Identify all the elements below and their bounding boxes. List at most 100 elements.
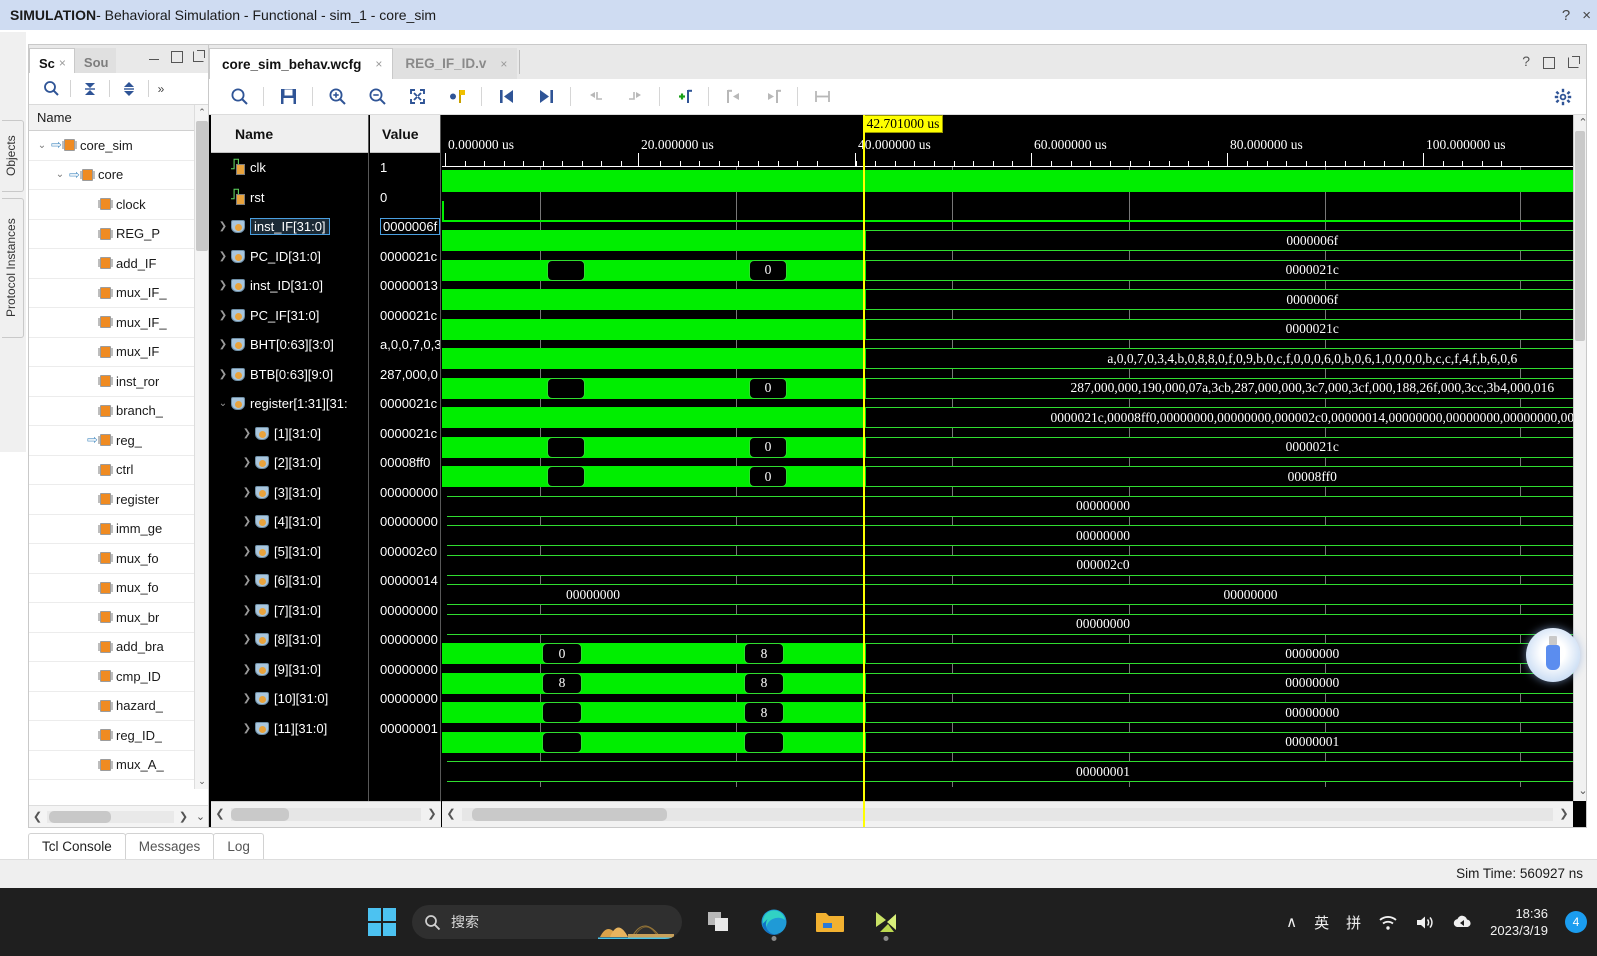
signal-name-row[interactable]: ❯ PC_ID[31:0]: [211, 242, 368, 272]
waveform-canvas[interactable]: 0.000000 us 20.000000 us 40.000000 us 60.00…: [442, 115, 1573, 827]
waveform-row[interactable]: 00000001: [442, 757, 1573, 787]
scroll-right-icon[interactable]: ❯: [1555, 806, 1573, 824]
signal-name-row[interactable]: ❯ [4][31:0]: [211, 507, 368, 537]
scrollbar-track[interactable]: [47, 810, 174, 823]
scope-horizontal-scrollbar[interactable]: ❮ ❯ ⌄: [29, 805, 209, 827]
twisty-icon[interactable]: ❯: [215, 369, 231, 380]
ime-mode-icon[interactable]: 拼: [1346, 912, 1361, 933]
edge-browser-icon[interactable]: [754, 902, 794, 942]
tray-chevron-up-icon[interactable]: ∧: [1286, 913, 1297, 931]
tab-tcl-console[interactable]: Tcl Console: [28, 833, 126, 859]
scope-tree-item[interactable]: ctrl: [29, 456, 209, 485]
vtab-objects[interactable]: Objects: [2, 120, 24, 192]
scroll-up-icon[interactable]: ⌃: [195, 105, 209, 120]
waveform-row[interactable]: 0000006f: [442, 226, 1573, 256]
twisty-icon[interactable]: ❯: [239, 575, 255, 586]
twisty-icon[interactable]: ❯: [239, 487, 255, 498]
scope-tree-item[interactable]: ⇨ reg_: [29, 426, 209, 456]
float-icon[interactable]: [1567, 55, 1580, 68]
twisty-expanded-icon[interactable]: ⌄: [53, 169, 67, 180]
names-horizontal-scrollbar[interactable]: ❮ ❯: [211, 801, 441, 827]
scope-tree-item[interactable]: ⌄ ⇨ core: [29, 161, 209, 190]
waveform-vertical-scrollbar[interactable]: ⌃ ⌄: [1573, 115, 1588, 801]
usb-device-overlay-icon[interactable]: [1526, 628, 1580, 682]
waveform-row[interactable]: 0000021c,00008ff0,00000000,00000000,0000…: [442, 403, 1573, 433]
scope-tree-item[interactable]: imm_ge: [29, 515, 209, 544]
measure-icon[interactable]: [802, 83, 842, 111]
scroll-down-icon[interactable]: ⌄: [1574, 783, 1592, 801]
cursor-line[interactable]: [862, 115, 865, 827]
waveform-traces[interactable]: 0000006f 0000021c 0 0000006f 0000021c a,0,0,7…: [442, 167, 1573, 795]
search-icon[interactable]: [34, 76, 68, 102]
scope-tree-item[interactable]: register: [29, 485, 209, 515]
scrollbar-thumb[interactable]: [49, 810, 111, 823]
scope-tree-item[interactable]: hazard_: [29, 692, 209, 721]
scroll-left-icon[interactable]: ❮: [29, 810, 46, 823]
scroll-left-icon[interactable]: ❮: [442, 806, 460, 824]
collapse-all-icon[interactable]: [73, 76, 107, 102]
twisty-expanded-icon[interactable]: ⌄: [35, 140, 49, 151]
twisty-icon[interactable]: ❯: [239, 693, 255, 704]
signal-name-rows[interactable]: clk rst ❯ inst_IF[31:0] ❯ PC_ID[31:0] ❯ inst_ID…: [211, 153, 368, 795]
scroll-right-icon[interactable]: ❯: [423, 806, 441, 824]
minimize-icon[interactable]: [148, 49, 161, 62]
scrollbar-thumb[interactable]: [196, 121, 208, 251]
waveform-row[interactable]: 00000000: [442, 521, 1573, 551]
wifi-icon[interactable]: [1378, 914, 1398, 931]
signal-name-row[interactable]: ⌄ register[1:31][31:: [211, 389, 368, 419]
signal-name-row[interactable]: ❯ [2][31:0]: [211, 448, 368, 478]
scope-tree-item[interactable]: REG_P: [29, 220, 209, 249]
twisty-icon[interactable]: ❯: [215, 339, 231, 350]
twisty-icon[interactable]: ❯: [239, 664, 255, 675]
close-icon[interactable]: ×: [500, 57, 507, 71]
previous-marker-icon[interactable]: [575, 83, 615, 111]
scope-tree-item[interactable]: reg_ID_: [29, 721, 209, 751]
twisty-icon[interactable]: ❯: [215, 310, 231, 321]
scope-tree-item[interactable]: mux_IF_: [29, 308, 209, 338]
scope-tree-item[interactable]: branch_: [29, 397, 209, 426]
file-explorer-icon[interactable]: [810, 902, 850, 942]
signal-name-row[interactable]: ❯ BHT[0:63][3:0]: [211, 330, 368, 360]
help-icon[interactable]: ?: [1522, 53, 1530, 69]
scroll-down-icon[interactable]: ⌄: [195, 774, 209, 789]
tab-sources[interactable]: Sou: [74, 48, 117, 73]
waveform-row[interactable]: 0 8 00000000: [442, 639, 1573, 669]
move-cursor-left-icon[interactable]: [713, 83, 753, 111]
waveform-row[interactable]: a,0,0,7,0,3,4,b,0,8,8,0,f,0,9,b,0,c,f,0,…: [442, 344, 1573, 374]
search-icon[interactable]: [219, 83, 259, 111]
zoom-out-icon[interactable]: [357, 83, 397, 111]
signal-name-row[interactable]: ❯ [8][31:0]: [211, 625, 368, 655]
expand-all-icon[interactable]: [112, 76, 146, 102]
twisty-icon[interactable]: ⌄: [215, 398, 231, 409]
scope-vertical-scrollbar[interactable]: ⌃ ⌄: [194, 105, 209, 789]
maximize-icon[interactable]: [170, 49, 183, 63]
zoom-fit-icon[interactable]: [397, 83, 437, 111]
signal-name-row[interactable]: clk: [211, 153, 368, 183]
taskbar-search-input[interactable]: 搜索: [412, 905, 682, 939]
waveform-row[interactable]: 0000006f: [442, 285, 1573, 315]
settings-gear-icon[interactable]: [1550, 85, 1576, 109]
float-icon[interactable]: [192, 49, 205, 62]
task-view-icon[interactable]: [698, 902, 738, 942]
previous-transition-icon[interactable]: [486, 83, 526, 111]
scope-tree-item[interactable]: cmp_ID: [29, 662, 209, 692]
next-transition-icon[interactable]: [526, 83, 566, 111]
tab-scope[interactable]: Sc ×: [29, 48, 75, 73]
twisty-icon[interactable]: ❯: [239, 546, 255, 557]
signal-name-row[interactable]: ❯ [6][31:0]: [211, 566, 368, 596]
taskbar-clock[interactable]: 18:36 2023/3/19: [1490, 905, 1548, 939]
twisty-icon[interactable]: ❯: [239, 723, 255, 734]
twisty-icon[interactable]: ❯: [215, 251, 231, 262]
waveform-row[interactable]: 8 00000000: [442, 698, 1573, 728]
cloud-sync-icon[interactable]: [1452, 914, 1473, 931]
waveform-row[interactable]: [442, 196, 1573, 226]
scope-tree-item[interactable]: mux_IF_: [29, 279, 209, 308]
waveform-row[interactable]: 00000000: [442, 491, 1573, 521]
scroll-right-icon[interactable]: ❯: [175, 810, 192, 823]
signal-name-row[interactable]: ❯ BTB[0:63][9:0]: [211, 360, 368, 390]
scope-tree-item[interactable]: add_IF: [29, 249, 209, 279]
signal-value-rows[interactable]: 1 0 0000006f 0000021c 00000013 0000021c a,0,0,…: [370, 153, 440, 795]
signal-name-row[interactable]: ❯ [9][31:0]: [211, 655, 368, 685]
tab-messages[interactable]: Messages: [124, 833, 215, 859]
move-cursor-right-icon[interactable]: [753, 83, 793, 111]
